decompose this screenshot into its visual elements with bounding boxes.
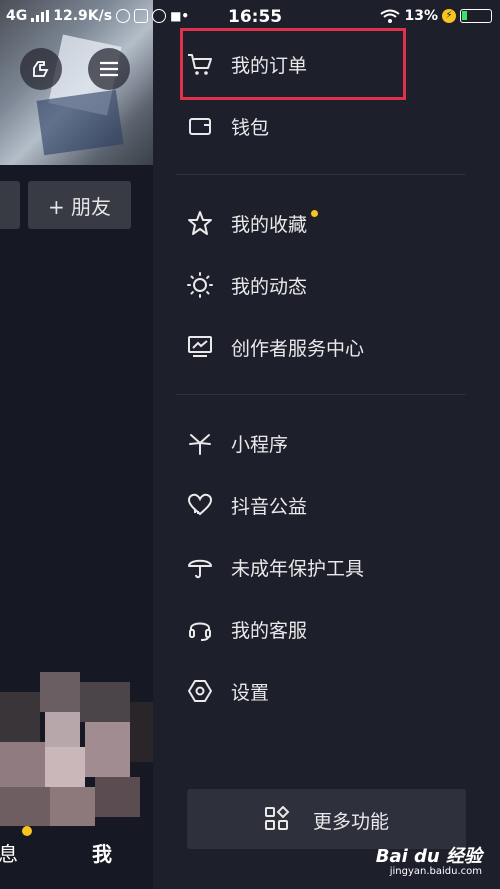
side-drawer: 我的订单 钱包 我的收藏 我的动态 创作者服务中心 小程序 抖音公益 未成年保护… xyxy=(153,0,500,889)
baidu-watermark: Bai du 经验 jingyan.baidu.com xyxy=(376,842,482,877)
menu-item-favorites[interactable]: 我的收藏 xyxy=(153,195,500,251)
menu-item-creator-center[interactable]: 创作者服务中心 xyxy=(153,319,500,375)
blurred-content xyxy=(0,662,153,842)
watermark-url: jingyan.baidu.com xyxy=(389,866,482,877)
status-right: 13% ⚡ xyxy=(380,8,492,24)
menu-item-label: 我的客服 xyxy=(231,619,308,642)
menu-item-customer-service[interactable]: 我的客服 xyxy=(153,601,500,657)
umbrella-icon xyxy=(186,553,214,581)
more-features-label: 更多功能 xyxy=(313,811,390,833)
wallet-icon xyxy=(186,112,214,140)
wechat-icon xyxy=(116,9,131,23)
menu-item-label: 创作者服务中心 xyxy=(231,337,365,360)
menu-item-label: 我的动态 xyxy=(231,275,308,298)
menu-button[interactable] xyxy=(88,48,130,90)
menu-item-label: 我的收藏 xyxy=(231,213,308,236)
menu-item-mini-programs[interactable]: 小程序 xyxy=(153,415,500,471)
clock: 16:55 xyxy=(228,7,283,27)
signal-icon xyxy=(31,10,50,22)
tab-messages[interactable]: 息 xyxy=(0,838,18,867)
record-icon: ■• xyxy=(170,9,190,23)
more-features-button[interactable]: 更多功能 xyxy=(187,789,466,849)
notification-icon xyxy=(134,9,149,23)
tab-me[interactable]: 我 xyxy=(92,838,112,867)
divider xyxy=(176,174,466,175)
hand-pointer-button[interactable] xyxy=(20,48,62,90)
menu-item-settings[interactable]: 设置 xyxy=(153,663,500,719)
divider xyxy=(176,394,466,395)
highlight-box xyxy=(180,28,406,100)
add-friend-button[interactable]: + 朋友 xyxy=(28,181,131,229)
app-notification-icon xyxy=(152,9,167,23)
battery-icon xyxy=(460,9,492,23)
charging-icon: ⚡ xyxy=(442,9,456,23)
menu-item-minor-protection[interactable]: 未成年保护工具 xyxy=(153,539,500,595)
hand-icon xyxy=(33,61,49,77)
star-icon xyxy=(186,209,214,237)
menu-item-wallet[interactable]: 钱包 xyxy=(153,98,500,154)
menu-item-charity[interactable]: 抖音公益 xyxy=(153,477,500,533)
battery-percent: 13% xyxy=(404,8,438,24)
new-badge-dot xyxy=(311,210,318,217)
heart-icon xyxy=(186,491,214,519)
watermark-brand: Bai du 经验 xyxy=(375,846,482,867)
bottom-tab-bar xyxy=(0,826,153,889)
sun-icon xyxy=(186,271,214,299)
menu-item-label: 抖音公益 xyxy=(231,495,308,518)
menu-item-label: 设置 xyxy=(231,681,270,704)
status-left: 4G 12.9K/s ■• xyxy=(6,8,189,24)
grid-icon xyxy=(264,805,290,832)
profile-page-background: + 朋友 息 我 xyxy=(0,0,153,889)
wifi-icon xyxy=(380,9,401,23)
menu-icon xyxy=(100,61,118,77)
network-speed: 12.9K/s xyxy=(53,8,113,24)
chart-monitor-icon xyxy=(186,333,214,361)
status-bar: 4G 12.9K/s ■• 16:55 13% ⚡ xyxy=(0,0,500,34)
menu-item-activity[interactable]: 我的动态 xyxy=(153,257,500,313)
edit-profile-button[interactable] xyxy=(0,181,20,229)
network-type: 4G xyxy=(6,8,28,24)
menu-item-label: 未成年保护工具 xyxy=(231,557,365,580)
miniapp-icon xyxy=(186,429,214,457)
headset-icon xyxy=(186,615,214,643)
menu-item-label: 钱包 xyxy=(231,116,270,139)
tab-badge xyxy=(22,826,32,836)
menu-item-label: 小程序 xyxy=(231,433,289,456)
hexagon-gear-icon xyxy=(186,677,214,705)
